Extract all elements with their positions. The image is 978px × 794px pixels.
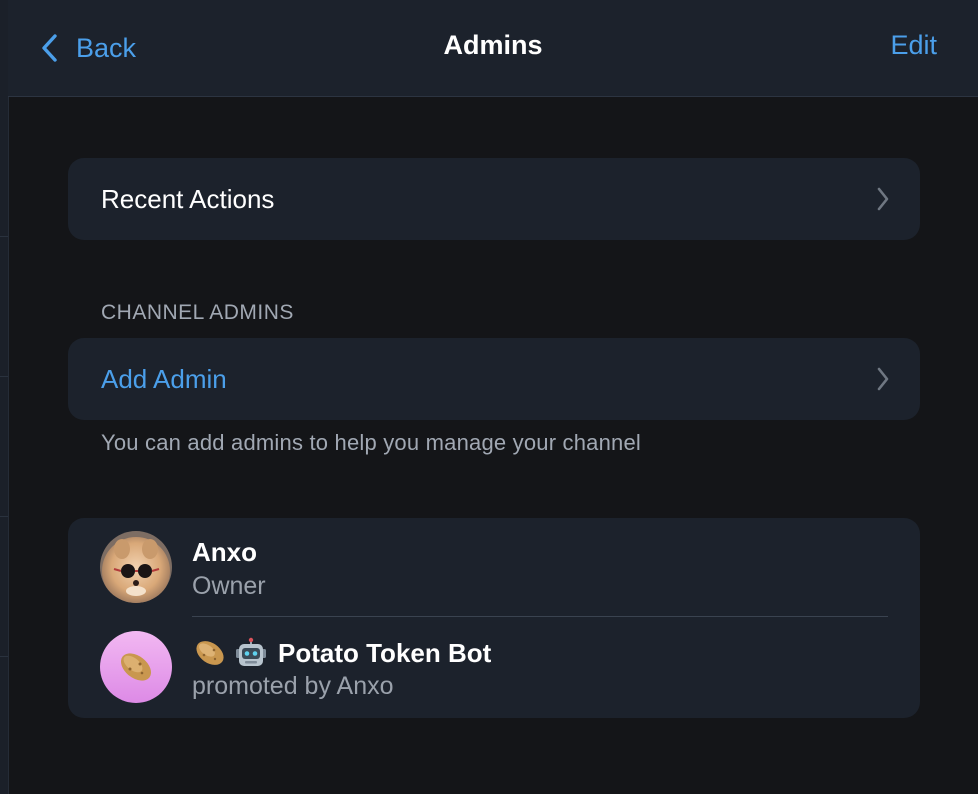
recent-actions-button[interactable]: Recent Actions	[68, 158, 920, 240]
admin-role: Owner	[192, 572, 266, 600]
admin-row-anxo[interactable]: Anxo Owner	[68, 518, 920, 618]
sidebar-divider	[0, 656, 8, 657]
edit-button[interactable]: Edit	[890, 30, 937, 61]
admin-promoted-by: promoted by Anxo	[192, 672, 394, 700]
navigation-bar: Back Admins Edit	[8, 0, 978, 97]
add-admin-button[interactable]: Add Admin	[68, 338, 920, 420]
recent-actions-card: Recent Actions	[68, 158, 920, 240]
admin-name: Potato Token Bot	[278, 637, 492, 668]
channel-admins-header: CHANNEL ADMINS	[101, 301, 294, 324]
robot-icon	[236, 637, 266, 666]
sidebar-divider	[0, 236, 8, 237]
pomeranian-avatar-icon	[100, 531, 172, 603]
admin-name: Anxo	[192, 537, 257, 567]
add-admin-footer-note: You can add admins to help you manage yo…	[101, 430, 642, 455]
add-admin-card: Add Admin	[68, 338, 920, 420]
potato-icon	[196, 641, 224, 665]
potato-avatar-icon	[100, 631, 172, 703]
sidebar-divider	[0, 516, 8, 517]
add-admin-label: Add Admin	[101, 363, 227, 394]
sidebar-edge	[0, 0, 9, 794]
sidebar-divider	[0, 376, 8, 377]
page-title: Admins	[443, 30, 543, 60]
admin-row-potato-token-bot[interactable]: Potato Token Bot promoted by Anxo	[68, 618, 920, 718]
recent-actions-label: Recent Actions	[101, 183, 275, 214]
avatar	[100, 631, 172, 703]
divider	[192, 616, 888, 617]
admin-list: Anxo Owner Potato Token Bot promoted by …	[68, 518, 920, 718]
avatar	[100, 531, 172, 603]
chevron-right-icon	[877, 367, 889, 391]
chevron-right-icon	[877, 187, 889, 211]
admin-name-line: Potato Token Bot	[192, 637, 491, 669]
